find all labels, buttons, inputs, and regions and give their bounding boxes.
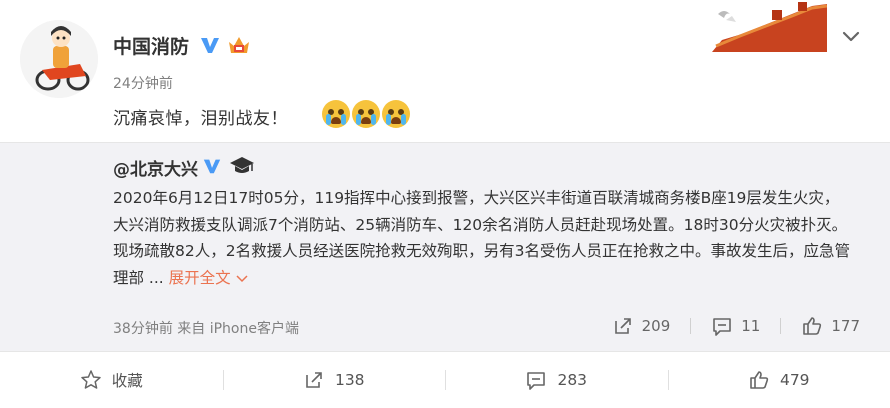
- share-icon: [306, 372, 322, 388]
- repost-count: 138: [334, 371, 365, 389]
- weibo-post-card: 中国消防 24分钟前 沉痛哀悼，泪别战友！ @北京大兴 2020年6月12日17…: [0, 0, 890, 408]
- thumbs-up-icon: [750, 371, 769, 389]
- great-wall-decoration-icon: [712, 2, 827, 52]
- like-button[interactable]: 479: [667, 352, 890, 408]
- crying-face-icon: [382, 100, 410, 128]
- divider: [690, 318, 692, 334]
- expand-full-text-link[interactable]: 展开全文: [169, 269, 248, 287]
- crying-face-icon: [322, 100, 350, 128]
- repost-button[interactable]: 138: [222, 352, 446, 408]
- chevron-down-icon: [236, 274, 248, 282]
- verified-badge-icon: [200, 35, 220, 55]
- repost-meta[interactable]: 38分钟前 来自 iPhone客户端: [113, 318, 299, 338]
- comment-count: 283: [557, 371, 588, 389]
- repost-repost-button[interactable]: 209: [612, 315, 671, 337]
- post-time[interactable]: 24分钟前: [113, 73, 173, 93]
- vip-crown-icon: [229, 37, 249, 53]
- emoji-group: [322, 100, 410, 128]
- graduation-cap-icon: [230, 157, 254, 173]
- repost-username[interactable]: @北京大兴: [113, 155, 198, 180]
- repost-repost-count: 209: [641, 317, 671, 335]
- avatar[interactable]: [20, 20, 98, 98]
- repost-comment-count: 11: [741, 317, 761, 335]
- comment-icon: [527, 372, 546, 390]
- crying-face-icon: [352, 100, 380, 128]
- like-count: 479: [779, 371, 810, 389]
- comment-icon: [713, 318, 732, 336]
- favorite-button[interactable]: 收藏: [0, 352, 223, 408]
- verified-badge-icon: [203, 159, 221, 174]
- share-icon: [614, 318, 631, 334]
- comment-button[interactable]: 283: [445, 352, 668, 408]
- action-bar: 收藏 138 283 479: [0, 352, 890, 408]
- thumbs-up-icon: [803, 317, 822, 335]
- chevron-down-icon[interactable]: [840, 26, 862, 46]
- repost-actions: 209 11 177: [612, 315, 860, 337]
- post-text: 沉痛哀悼，泪别战友！: [113, 109, 288, 129]
- repost-comment-button[interactable]: 11: [711, 315, 760, 337]
- repost-text: 2020年6月12日17时05分，119指挥中心接到报警，大兴区兴丰街道百联清城…: [113, 185, 853, 291]
- repost-block[interactable]: @北京大兴 2020年6月12日17时05分，119指挥中心接到报警，大兴区兴丰…: [0, 142, 890, 352]
- star-icon: [80, 370, 101, 389]
- divider: [780, 318, 782, 334]
- repost-like-count: 177: [831, 317, 860, 335]
- favorite-label: 收藏: [111, 372, 143, 390]
- post-username[interactable]: 中国消防: [113, 32, 189, 59]
- repost-like-button[interactable]: 177: [801, 315, 860, 337]
